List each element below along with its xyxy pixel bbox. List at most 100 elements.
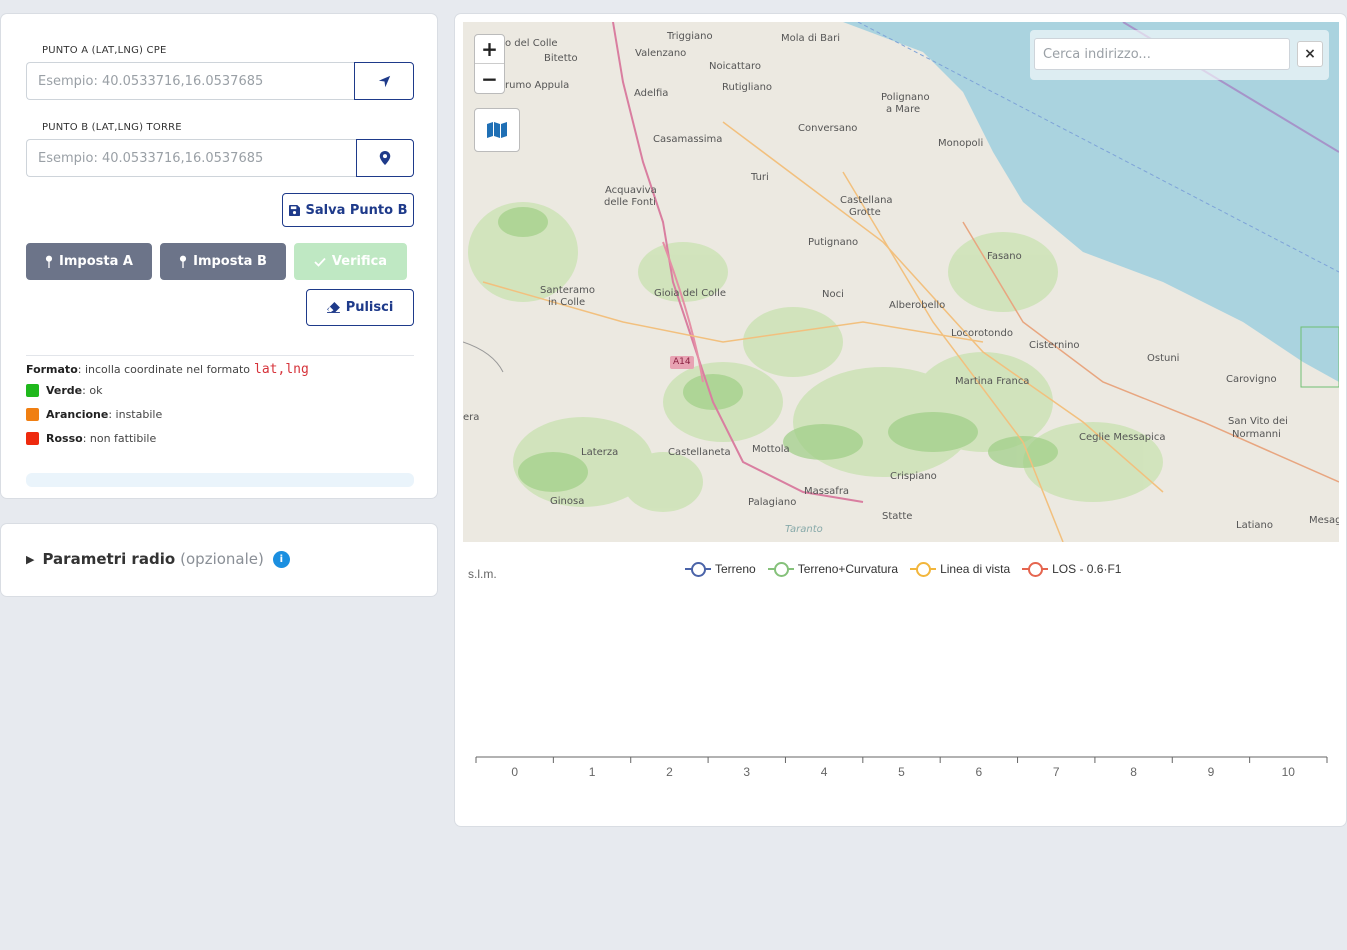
orange-desc: : instabile [108,408,163,421]
radio-params-optional: (opzionale) [180,550,264,568]
zoom-in-button[interactable]: + [475,35,504,64]
x-tick-label: 10 [1282,765,1296,779]
map-place-label: Latiano [1236,520,1273,531]
clear-label: Pulisci [345,300,394,315]
red-swatch [26,432,39,445]
map-place-label: Adelfia [634,88,669,99]
map-place-label: Grotte [849,207,881,218]
highway-shield: A14 [670,356,694,369]
address-search-input[interactable] [1034,38,1290,70]
map-place-label: Bitetto [544,53,578,64]
x-tick-label: 6 [976,765,983,779]
map-place-label: Acquaviva [605,185,657,196]
x-tick-label: 4 [821,765,828,779]
point-a-label: PUNTO A (LAT,LNG) CPE [42,45,167,56]
red-name: Rosso [46,432,83,445]
locate-a-button[interactable] [354,62,414,100]
radio-params-title: Parametri radio [42,550,176,568]
point-b-label: PUNTO B (LAT,LNG) TORRE [42,122,182,133]
point-b-input[interactable] [26,139,356,177]
clear-button[interactable]: Pulisci [306,289,414,326]
map-place-label: era [463,412,480,423]
x-tick-label: 7 [1053,765,1060,779]
map-marker-icon [379,151,391,165]
legend-red: Rosso: non fattibile [26,432,156,445]
map-place-label: Taranto [785,524,823,535]
map-place-label: Castellana [840,195,893,206]
radio-params-panel: ▶ Parametri radio (opzionale) i [0,523,438,597]
layers-button[interactable] [474,108,520,152]
map-place-label: Ginosa [550,496,585,507]
map-place-label: Polignano [881,92,930,103]
map-place-label: San Vito dei [1228,416,1288,427]
x-tick-label: 0 [511,765,518,779]
set-b-label: Imposta B [193,254,267,269]
radio-params-toggle[interactable]: ▶ Parametri radio (opzionale) i [26,550,290,568]
floppy-icon [288,204,300,216]
map-place-label: Alberobello [889,300,946,311]
verify-button[interactable]: Verifica [294,243,407,280]
x-tick-label: 1 [589,765,596,779]
map-place-label: Locorotondo [951,328,1013,339]
map-chart-panel: o del Colle Triggiano Mola di Bari Bitet… [454,13,1347,827]
format-label: Formato [26,363,78,376]
map-place-label: Cisternino [1029,340,1080,351]
map-place-label: Statte [882,511,913,522]
map-place-label: Massafra [804,486,850,497]
map-place-label: rumo Appula [505,80,570,91]
map-place-label: Noicattaro [709,61,761,72]
set-a-button[interactable]: Imposta A [26,243,152,280]
coordinates-panel: PUNTO A (LAT,LNG) CPE PUNTO B (LAT,LNG) … [0,13,438,499]
map-place-label: Putignano [808,237,859,248]
x-tick-label: 2 [666,765,673,779]
locate-b-button[interactable] [356,139,414,177]
map-view[interactable]: o del Colle Triggiano Mola di Bari Bitet… [463,22,1339,542]
x-tick-label: 9 [1208,765,1215,779]
map-place-label: Normanni [1232,429,1281,440]
zoom-out-button[interactable]: − [475,64,504,93]
map-place-label: in Colle [548,297,586,308]
map-place-label: Crispiano [890,471,937,482]
check-icon [314,257,326,267]
x-tick-label: 5 [898,765,905,779]
verify-label: Verifica [331,254,388,269]
green-desc: : ok [82,384,103,397]
elevation-profile-chart: 0 1 2 3 4 5 6 7 8 9 10 [475,756,1328,779]
map-place-label: Mottola [752,444,790,455]
map-place-label: Ceglie Messapica [1079,432,1166,443]
map-place-label: Conversano [798,123,858,134]
legend-orange: Arancione: instabile [26,408,162,421]
map-place-label: Laterza [581,447,619,458]
set-b-button[interactable]: Imposta B [160,243,286,280]
format-code: lat,lng [254,362,309,377]
legend-green: Verde: ok [26,384,102,397]
info-icon[interactable]: i [272,550,290,568]
map-place-label: Casamassima [653,134,723,145]
map-place-label: Ostuni [1147,353,1180,364]
map-place-label: Mesag [1309,515,1339,526]
format-text: : incolla coordinate nel formato [77,363,251,376]
map-place-label: a Mare [886,104,921,115]
x-tick-label: 3 [743,765,750,779]
x-tick-label: 8 [1130,765,1137,779]
map-place-label: Triggiano [667,31,713,42]
save-point-b-label: Salva Punto B [305,202,408,218]
map-place-label: Rutigliano [722,82,773,93]
zoom-control: + − [474,34,505,94]
green-swatch [26,384,39,397]
map-place-label: Gioia del Colle [654,288,726,299]
map-place-label: Fasano [987,251,1022,262]
map-icon [487,122,507,138]
point-a-input[interactable] [26,62,354,100]
pin-icon [180,255,187,268]
point-a-group [26,62,414,100]
orange-name: Arancione [46,408,109,421]
close-search-button[interactable]: × [1297,41,1323,67]
map-place-label: Palagiano [748,497,797,508]
map-place-label: Martina Franca [955,376,1030,387]
map-place-label: Turi [751,172,769,183]
red-desc: : non fattibile [82,432,157,445]
save-point-b-button[interactable]: Salva Punto B [282,193,414,227]
map-place-label: Carovigno [1226,374,1277,385]
map-place-label: delle Fonti [604,197,656,208]
